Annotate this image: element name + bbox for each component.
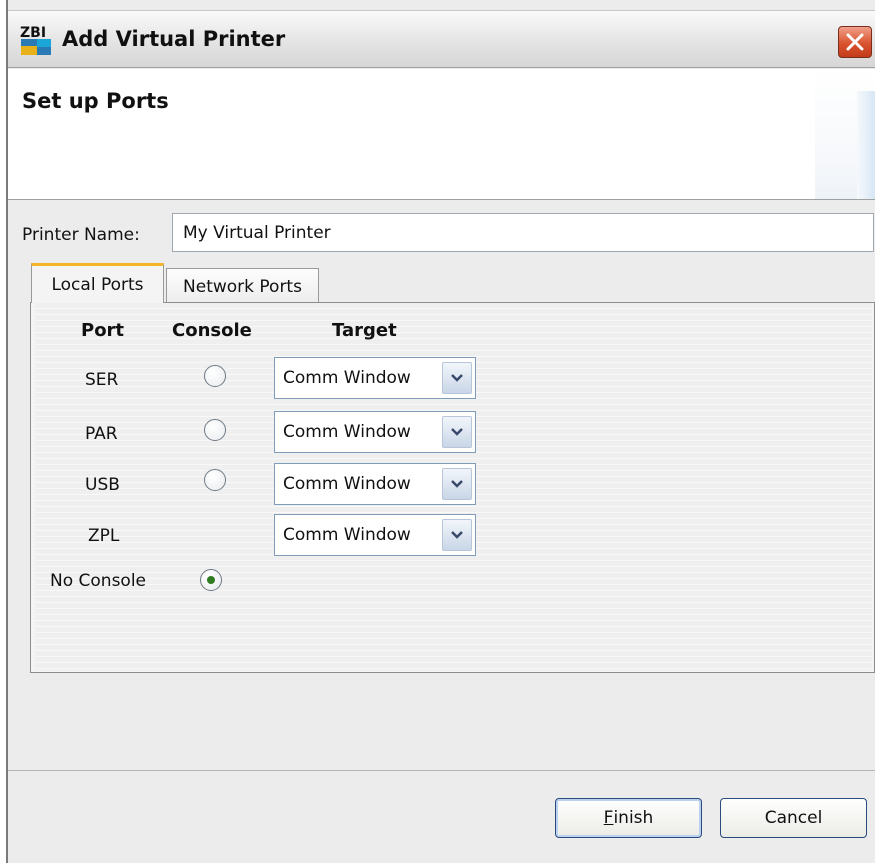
- port-label-ser: SER: [85, 370, 119, 390]
- finish-mnemonic: F: [603, 808, 614, 828]
- window-title: Add Virtual Printer: [62, 27, 286, 51]
- finish-button[interactable]: Finish: [555, 798, 702, 838]
- target-select-usb[interactable]: Comm Window: [274, 463, 476, 505]
- chevron-down-icon: [451, 374, 463, 382]
- dialog-window: ZBI Add Virtual Printer Set up Ports Pri…: [6, 0, 875, 863]
- dropdown-button[interactable]: [442, 468, 472, 500]
- chevron-down-icon: [451, 480, 463, 488]
- chevron-down-icon: [451, 531, 463, 539]
- page-title: Set up Ports: [22, 89, 169, 113]
- console-column-header: Console: [172, 320, 252, 341]
- target-select-value: Comm Window: [283, 422, 411, 442]
- footer-separator: [8, 770, 875, 771]
- console-radio-ser[interactable]: [204, 365, 226, 387]
- dropdown-button[interactable]: [442, 416, 472, 448]
- target-select-ser[interactable]: Comm Window: [274, 357, 476, 399]
- target-select-value: Comm Window: [283, 368, 411, 388]
- dropdown-button[interactable]: [442, 362, 472, 394]
- no-console-label: No Console: [50, 571, 147, 591]
- radio-selected-dot: [207, 576, 215, 584]
- printer-name-label: Printer Name:: [22, 225, 140, 245]
- header-banner: Set up Ports: [8, 69, 875, 200]
- chevron-down-icon: [451, 428, 463, 436]
- target-select-par[interactable]: Comm Window: [274, 411, 476, 453]
- port-column-header: Port: [81, 320, 125, 341]
- finish-label: inish: [613, 808, 654, 828]
- port-label-par: PAR: [85, 424, 118, 444]
- zbi-logo-icon: ZBI: [20, 25, 51, 55]
- console-radio-usb[interactable]: [204, 469, 226, 491]
- target-select-value: Comm Window: [283, 474, 411, 494]
- close-button[interactable]: [838, 26, 872, 58]
- target-column-header: Target: [332, 320, 397, 341]
- title-bar[interactable]: ZBI Add Virtual Printer: [8, 10, 875, 68]
- logo-text: ZBI: [20, 25, 46, 41]
- printer-name-input[interactable]: [172, 213, 874, 252]
- close-icon: [846, 33, 864, 51]
- local-ports-panel: Port Console Target SER Comm Window PAR …: [30, 302, 875, 673]
- tab-network-ports[interactable]: Network Ports: [166, 268, 319, 304]
- port-label-usb: USB: [85, 475, 120, 495]
- cancel-button[interactable]: Cancel: [720, 798, 867, 838]
- no-console-radio[interactable]: [200, 569, 222, 591]
- target-select-value: Comm Window: [283, 525, 411, 545]
- target-select-zpl[interactable]: Comm Window: [274, 514, 476, 556]
- header-decoration-stripe: [857, 91, 875, 199]
- port-label-zpl: ZPL: [88, 526, 120, 546]
- dropdown-button[interactable]: [442, 519, 472, 551]
- console-radio-par[interactable]: [204, 419, 226, 441]
- ports-grid: Port Console Target SER Comm Window PAR …: [35, 303, 872, 670]
- tab-local-ports[interactable]: Local Ports: [31, 263, 164, 303]
